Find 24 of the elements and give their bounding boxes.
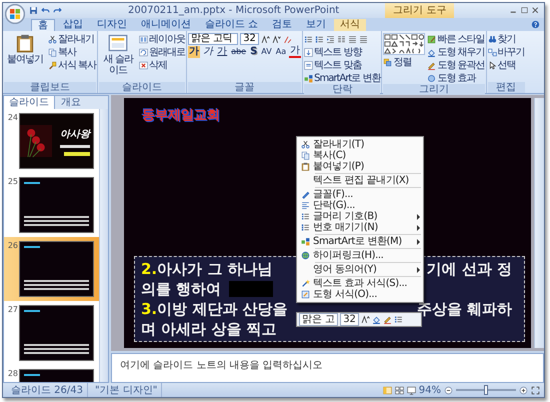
slide-text-line: 주상을 훼파하 — [416, 300, 513, 318]
zoom-level: 94% — [418, 384, 441, 396]
slide-text-line: 기에 선과 정 — [426, 260, 513, 278]
slide-number: 24 — [6, 113, 18, 122]
slide-number: 25 — [6, 177, 18, 186]
window-title: 20070211_am.pptx - Microsoft PowerPoint — [128, 5, 340, 16]
group-label: 슬라이드 — [99, 82, 186, 93]
slide-text-line: 의를 행하여 — [141, 279, 222, 299]
group-label: 단락 — [304, 84, 380, 95]
group-label: 편집 — [488, 82, 525, 93]
group-label: 그리기 — [383, 84, 485, 95]
slide-text-line: 3.이방 제단과 산당을 — [141, 299, 288, 319]
slide-number: 28 — [6, 369, 18, 378]
slide-counter: 슬라이드 26/43 — [7, 383, 88, 397]
slide-number: 26 — [6, 241, 18, 250]
slide-number: 27 — [6, 305, 18, 314]
contextual-tab-group: 그리기 도구 — [385, 3, 454, 18]
slide-text-line: 며 아세라 상을 찍고 — [141, 319, 278, 339]
slide-text-line: 2.아사가 그 하나님 — [141, 259, 273, 279]
theme-name: "기본 디자인" — [91, 383, 162, 397]
slide-title: 동부제일교회 — [142, 107, 220, 124]
group-label: 글꼴 — [188, 82, 302, 93]
group-label: 클립보드 — [4, 82, 96, 93]
thumbnail-title: 아사왕 — [60, 128, 90, 140]
